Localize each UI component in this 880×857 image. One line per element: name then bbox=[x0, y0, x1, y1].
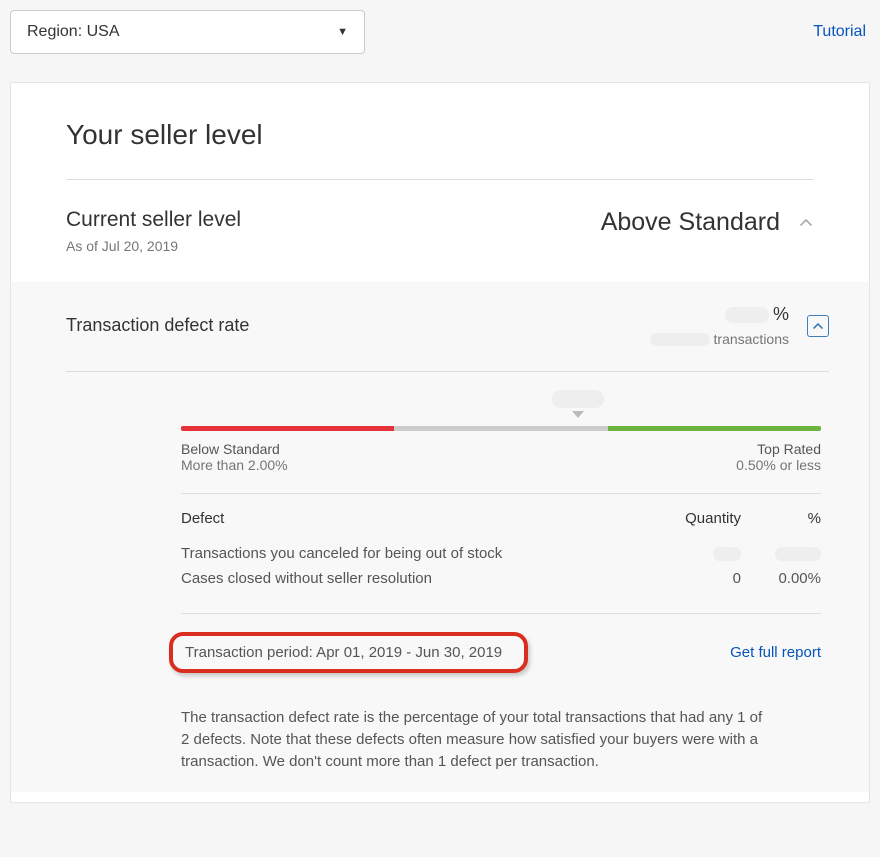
seller-level-card: Your seller level Current seller level A… bbox=[10, 82, 870, 803]
chevron-down-icon: ▼ bbox=[337, 26, 348, 38]
gauge-segment-mid bbox=[394, 426, 607, 431]
region-select-label: Region: USA bbox=[27, 23, 120, 41]
current-seller-level-date: As of Jul 20, 2019 bbox=[66, 238, 241, 254]
table-row: Cases closed without seller resolution 0… bbox=[181, 570, 821, 587]
chevron-up-icon bbox=[798, 215, 814, 231]
defect-rate-percent-value bbox=[725, 307, 769, 323]
get-full-report-link[interactable]: Get full report bbox=[730, 644, 821, 661]
defect-rate-gauge bbox=[181, 426, 821, 431]
gauge-top-label: Top Rated bbox=[736, 441, 821, 457]
top-bar: Region: USA ▼ Tutorial bbox=[0, 0, 880, 64]
defect-row-pct bbox=[775, 547, 821, 561]
defect-rate-section: Transaction defect rate % transactions bbox=[11, 282, 869, 792]
current-seller-level-label: Current seller level bbox=[66, 208, 241, 232]
transaction-period-text: Transaction period: Apr 01, 2019 - Jun 3… bbox=[185, 644, 502, 661]
percent-suffix: % bbox=[773, 304, 789, 325]
defect-row-pct: 0.00% bbox=[741, 570, 821, 587]
gauge-current-value bbox=[552, 390, 604, 408]
gauge-below-threshold: More than 2.00% bbox=[181, 457, 288, 473]
defect-row-qty bbox=[713, 547, 741, 561]
transactions-count-value bbox=[650, 333, 710, 346]
panel-title: Your seller level bbox=[66, 119, 814, 180]
defect-rate-title: Transaction defect rate bbox=[66, 315, 249, 336]
region-select[interactable]: Region: USA ▼ bbox=[10, 10, 365, 54]
transactions-label: transactions bbox=[714, 331, 789, 347]
defect-row-label: Transactions you canceled for being out … bbox=[181, 545, 651, 562]
table-header-percent: % bbox=[741, 510, 821, 527]
seller-level-value: Above Standard bbox=[601, 208, 780, 237]
defect-row-qty: 0 bbox=[651, 570, 741, 587]
chevron-down-icon bbox=[572, 411, 584, 418]
gauge-indicator bbox=[181, 390, 821, 426]
table-header-quantity: Quantity bbox=[651, 510, 741, 527]
defect-rate-stats: % transactions bbox=[650, 304, 789, 347]
gauge-segment-top bbox=[608, 426, 821, 431]
collapse-icon[interactable] bbox=[807, 315, 829, 337]
current-seller-level-row[interactable]: Current seller level As of Jul 20, 2019 … bbox=[66, 180, 814, 282]
table-header-defect: Defect bbox=[181, 510, 651, 527]
transaction-period-highlight: Transaction period: Apr 01, 2019 - Jun 3… bbox=[169, 632, 528, 673]
gauge-segment-below bbox=[181, 426, 394, 431]
gauge-below-label: Below Standard bbox=[181, 441, 288, 457]
table-row: Transactions you canceled for being out … bbox=[181, 545, 821, 562]
tutorial-link[interactable]: Tutorial bbox=[813, 23, 866, 41]
gauge-top-threshold: 0.50% or less bbox=[736, 457, 821, 473]
defect-table: Defect Quantity % Transactions you cance… bbox=[181, 494, 821, 614]
defect-rate-description: The transaction defect rate is the perce… bbox=[181, 707, 771, 772]
defect-row-label: Cases closed without seller resolution bbox=[181, 570, 651, 587]
